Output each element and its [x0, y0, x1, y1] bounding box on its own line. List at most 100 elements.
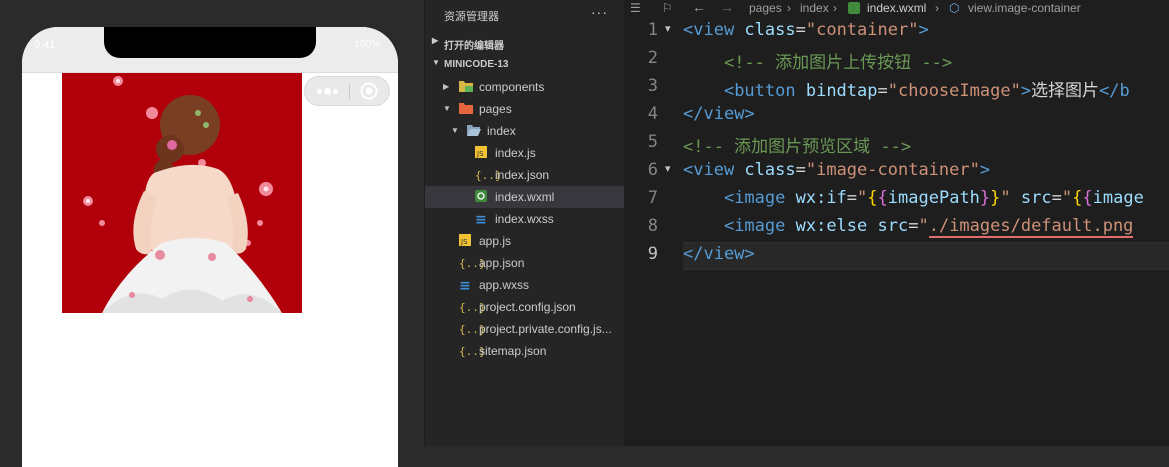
breadcrumb-item[interactable]: index [800, 1, 829, 15]
tree-folder[interactable]: ▶ components [425, 76, 624, 98]
svg-text:JS: JS [460, 238, 468, 246]
tree-item-label: app.wxss [479, 278, 530, 292]
chevron-right-icon: › [833, 1, 837, 15]
tree-file[interactable]: ≡ app.wxss [425, 274, 624, 296]
section-label: 打开的编辑器 [444, 41, 504, 52]
tree-folder[interactable]: ▼ index [425, 120, 624, 142]
chevron-right-icon[interactable]: ▶ [443, 82, 449, 91]
fold-chevron-icon[interactable]: ▾ [665, 22, 671, 35]
close-circle-icon[interactable] [360, 82, 378, 100]
more-actions-icon[interactable]: ··· [591, 4, 608, 20]
breadcrumb-item[interactable]: view.image-container [968, 1, 1081, 15]
line-number: 1 [647, 20, 658, 40]
json-file-icon: {..} [459, 257, 486, 270]
breadcrumb: ☰ ⚐ ← → pages › index › index.wxml › ⬡ v… [624, 0, 1169, 17]
tree-file[interactable]: {..} sitemap.json [425, 340, 624, 362]
code-line[interactable]: <button bindtap="chooseImage">选择图片</b [683, 76, 1130, 101]
tree-item-label: sitemap.json [479, 344, 547, 358]
code-line[interactable]: <!-- 添加图片预览区域 --> [683, 132, 911, 157]
current-line-highlight [683, 242, 1169, 270]
folder-icon [459, 80, 473, 93]
chevron-down-icon: ▼ [432, 58, 440, 67]
js-file-icon: JS [475, 146, 488, 159]
tree-folder[interactable]: ▼ pages [425, 98, 624, 120]
tree-item-label: index.js [495, 146, 536, 160]
image-preview [62, 73, 302, 313]
css-file-icon: ≡ [475, 212, 487, 228]
tree-item-label: index.wxml [495, 190, 555, 204]
line-number: 3 [647, 76, 658, 96]
breadcrumb-item[interactable]: pages [749, 1, 782, 15]
breadcrumb-item[interactable]: index.wxml [867, 1, 926, 15]
code-line[interactable]: </view> [683, 104, 755, 124]
svg-text:JS: JS [476, 150, 484, 158]
js-file-icon: JS [459, 234, 472, 247]
line-number: 7 [647, 188, 658, 208]
tree-item-label: index [487, 124, 516, 138]
code-line[interactable]: <!-- 添加图片上传按钮 --> [683, 48, 952, 73]
tree-file[interactable]: JS app.js [425, 230, 624, 252]
line-number: 2 [647, 48, 658, 68]
more-dots-icon[interactable] [315, 83, 345, 99]
line-number: 6 [647, 160, 658, 180]
tree-item-label: app.js [479, 234, 512, 248]
tree-file[interactable]: {..} index.json [425, 164, 624, 186]
json-file-icon: {..} [475, 169, 502, 182]
capsule-menu [304, 76, 390, 106]
chevron-down-icon[interactable]: ▼ [443, 104, 451, 113]
line-number: 8 [647, 216, 658, 236]
json-file-icon: {..} [459, 301, 486, 314]
wxml-file-icon [848, 2, 860, 14]
chevron-down-icon[interactable]: ▼ [451, 126, 459, 135]
simulator-panel: 9:41 100% [0, 0, 424, 467]
code-line[interactable]: </view> [683, 244, 755, 264]
code-line[interactable]: <view class="container"> [683, 20, 929, 40]
tree-file[interactable]: ≡ index.wxss [425, 208, 624, 230]
bookmark-icon[interactable]: ⚐ [662, 1, 673, 15]
tree-item-label: index.json [495, 168, 550, 182]
tree-item-label: components [479, 80, 545, 94]
section-open-editors[interactable]: ▶ 打开的编辑器 [425, 32, 624, 54]
tree-item-label: index.wxss [495, 212, 554, 226]
line-number: 4 [647, 104, 658, 124]
folder-open-icon [467, 124, 481, 137]
section-label: MINICODE-13 [444, 59, 509, 70]
line-number: 9 [647, 244, 658, 264]
json-file-icon: {..} [459, 345, 486, 358]
folder-icon [459, 102, 473, 115]
cube-icon: ⬡ [949, 1, 960, 15]
status-battery: 100% [354, 39, 380, 50]
back-arrow-icon[interactable]: ← [692, 0, 706, 15]
capsule-divider [349, 84, 350, 99]
code-line[interactable]: <view class="image-container"> [683, 160, 990, 180]
css-file-icon: ≡ [459, 278, 471, 294]
tree-item-label: pages [479, 102, 512, 116]
line-number: 5 [647, 132, 658, 152]
chevron-right-icon: ▶ [432, 36, 439, 45]
status-time: 9:41 [34, 39, 56, 51]
tree-item-label: project.private.config.js... [479, 322, 612, 336]
tree-file[interactable]: {..} project.config.json [425, 296, 624, 318]
forward-arrow-icon[interactable]: → [720, 0, 734, 15]
tree-file[interactable]: {..} project.private.config.js... [425, 318, 624, 340]
code-line[interactable]: <image wx:if="{{imagePath}}" src="{{imag… [683, 188, 1144, 208]
file-explorer: 资源管理器 ··· ▶ 打开的编辑器 ▼ MINICODE-13 ▶ compon… [424, 0, 624, 446]
json-file-icon: {..} [459, 323, 486, 336]
section-project[interactable]: ▼ MINICODE-13 [425, 54, 624, 76]
tree-item-label: app.json [479, 256, 525, 270]
chevron-right-icon: › [935, 1, 939, 15]
tree-file[interactable]: index.wxml [425, 186, 624, 208]
phone-screen: 9:41 100% [22, 27, 398, 467]
code-editor[interactable]: ☰ ⚐ ← → pages › index › index.wxml › ⬡ v… [624, 0, 1169, 446]
code-line[interactable]: <image wx:else src="./images/default.png [683, 216, 1134, 238]
tree-item-label: project.config.json [479, 300, 576, 314]
fold-chevron-icon[interactable]: ▾ [665, 162, 671, 175]
phone-notch [104, 27, 316, 58]
wxml-file-icon [475, 190, 488, 203]
tree-file[interactable]: {..} app.json [425, 252, 624, 274]
explorer-title: 资源管理器 [444, 11, 499, 23]
girl-in-white-dress-illustration [62, 73, 302, 313]
chevron-right-icon: › [787, 1, 791, 15]
tree-file[interactable]: JS index.js [425, 142, 624, 164]
list-icon[interactable]: ☰ [630, 1, 641, 15]
